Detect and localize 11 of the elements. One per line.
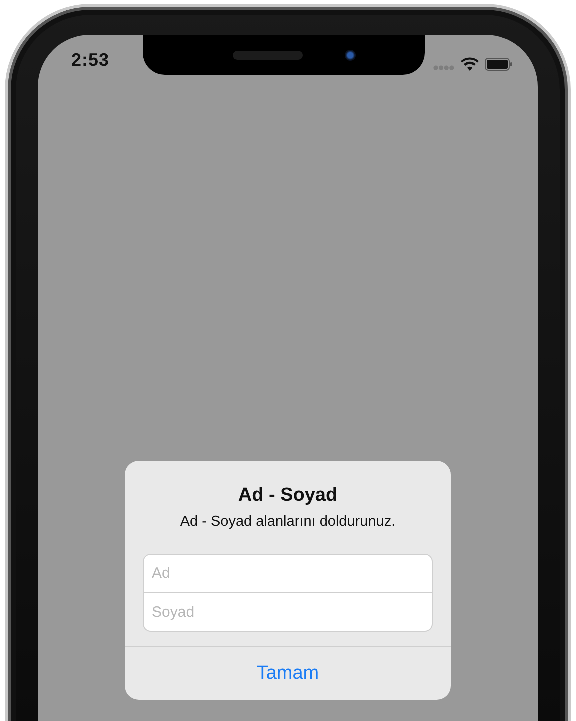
wifi-icon	[461, 57, 479, 71]
text-field[interactable]: Soyad	[143, 593, 433, 632]
camera-icon	[344, 50, 356, 60]
battery-icon	[485, 58, 513, 71]
text-field[interactable]: Ad	[143, 554, 433, 593]
signal-dots-icon	[433, 65, 455, 71]
status-time: 2:53	[71, 50, 110, 71]
alert-message: Ad - Soyad alanlarını doldurunuz.	[180, 514, 396, 530]
alert-title: Ad - Soyad	[238, 485, 338, 507]
speaker-icon	[232, 50, 302, 60]
ok-button[interactable]: Tamam	[125, 646, 451, 700]
